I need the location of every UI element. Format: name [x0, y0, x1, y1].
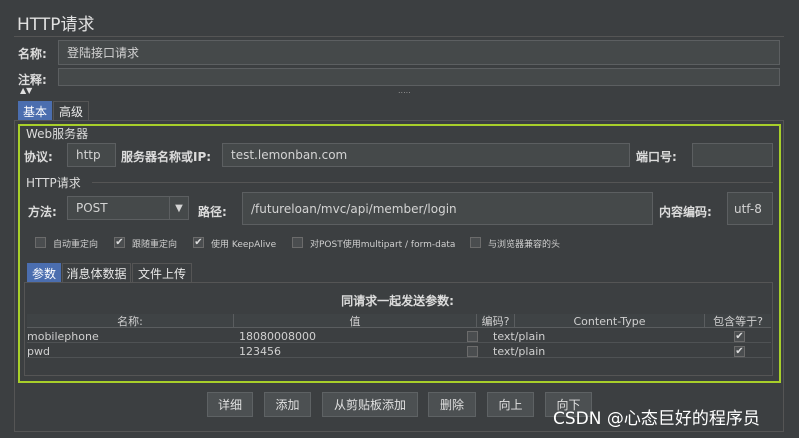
- param-content-type-cell[interactable]: text/plain: [493, 344, 683, 358]
- table-row[interactable]: pwd 123456 text/plain ✔: [27, 344, 771, 358]
- param-name-cell[interactable]: mobilephone: [27, 329, 234, 343]
- method-value: POST: [76, 201, 108, 215]
- tab-parameters[interactable]: 参数: [27, 263, 61, 283]
- column-header-encode[interactable]: 编码?: [477, 314, 515, 328]
- title-divider: [14, 36, 784, 37]
- multipart-label: 对POST使用multipart / form-data: [310, 240, 456, 250]
- detail-button[interactable]: 详细: [207, 392, 253, 417]
- params-header-title: 同请求一起发送参数:: [341, 294, 454, 308]
- path-input[interactable]: /futureloan/mvc/api/member/login: [242, 192, 653, 225]
- add-from-clipboard-button[interactable]: 从剪贴板添加: [322, 392, 418, 417]
- auto-redirect-label: 自动重定向: [53, 240, 99, 250]
- params-table: 名称: 值 编码? Content-Type 包含等于? mobilephone…: [27, 314, 771, 360]
- method-label: 方法:: [28, 205, 57, 219]
- watermark-text: CSDN @心态巨好的程序员: [553, 409, 760, 429]
- column-header-value[interactable]: 值: [234, 314, 477, 328]
- panel-title: HTTP请求: [17, 15, 95, 35]
- server-input[interactable]: test.lemonban.com: [222, 143, 630, 167]
- follow-redirect-checkbox[interactable]: ✔: [114, 237, 125, 248]
- method-select[interactable]: POST ▼: [67, 196, 189, 220]
- server-label: 服务器名称或IP:: [121, 150, 212, 164]
- name-label: 名称:: [18, 47, 47, 61]
- tab-body-data[interactable]: 消息体数据: [62, 263, 131, 283]
- param-encode-checkbox[interactable]: [467, 346, 478, 357]
- browser-headers-checkbox[interactable]: [470, 237, 481, 248]
- column-header-include-equals[interactable]: 包含等于?: [705, 314, 771, 328]
- protocol-input[interactable]: http: [67, 143, 116, 167]
- encoding-label: 内容编码:: [659, 205, 712, 219]
- add-button[interactable]: 添加: [264, 392, 311, 417]
- param-name-cell[interactable]: pwd: [27, 344, 234, 358]
- param-include-equals-checkbox[interactable]: ✔: [734, 331, 745, 342]
- tab-file-upload[interactable]: 文件上传: [132, 263, 192, 283]
- tab-basic[interactable]: 基本: [18, 101, 52, 121]
- keepalive-checkbox[interactable]: ✔: [193, 237, 204, 248]
- splitter-grip[interactable]: .....: [398, 86, 411, 95]
- move-up-button[interactable]: 向上: [487, 392, 534, 417]
- chevron-down-icon[interactable]: ▼: [169, 197, 188, 219]
- param-value-cell[interactable]: 18080008000: [239, 329, 477, 343]
- http-request-legend: HTTP请求: [26, 176, 81, 190]
- port-input[interactable]: [692, 143, 773, 167]
- delete-button[interactable]: 删除: [428, 392, 476, 417]
- auto-redirect-checkbox[interactable]: [35, 237, 46, 248]
- web-server-legend: Web服务器: [26, 127, 89, 141]
- column-header-content-type[interactable]: Content-Type: [515, 314, 705, 328]
- http-request-group-border: [92, 182, 773, 183]
- collapse-arrows-icon[interactable]: ▲▼: [20, 86, 32, 95]
- protocol-label: 协议:: [24, 150, 53, 164]
- column-header-name[interactable]: 名称:: [27, 314, 234, 328]
- param-content-type-cell[interactable]: text/plain: [493, 329, 683, 343]
- path-label: 路径:: [198, 205, 227, 219]
- browser-headers-label: 与浏览器兼容的头: [488, 240, 561, 250]
- follow-redirect-label: 跟随重定向: [132, 240, 178, 250]
- param-encode-checkbox[interactable]: [467, 331, 478, 342]
- multipart-checkbox[interactable]: [292, 237, 303, 248]
- comment-input[interactable]: [58, 68, 780, 86]
- param-value-cell[interactable]: 123456: [239, 344, 477, 358]
- keepalive-label: 使用 KeepAlive: [211, 240, 277, 250]
- tab-advanced[interactable]: 高级: [53, 101, 89, 121]
- encoding-input[interactable]: utf-8: [727, 192, 773, 225]
- name-input[interactable]: 登陆接口请求: [58, 40, 780, 65]
- table-header-row: 名称: 值 编码? Content-Type 包含等于?: [27, 314, 771, 328]
- table-row[interactable]: mobilephone 18080008000 text/plain ✔: [27, 329, 771, 343]
- param-include-equals-checkbox[interactable]: ✔: [734, 346, 745, 357]
- port-label: 端口号:: [636, 150, 677, 164]
